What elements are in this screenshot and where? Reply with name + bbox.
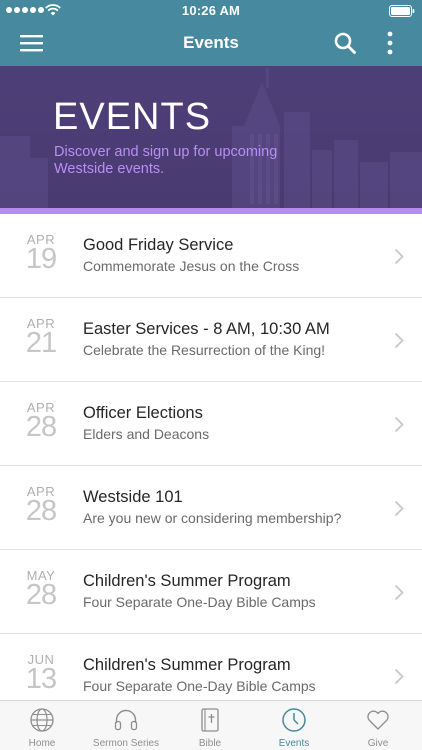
clock-icon — [282, 708, 306, 732]
chevron-right-icon — [394, 248, 404, 265]
event-title: Children's Summer Program — [83, 656, 291, 674]
event-row[interactable]: MAY 28 Children's Summer Program Four Se… — [0, 550, 422, 634]
event-day: 28 — [25, 495, 57, 527]
hero-subtitle: Discover and sign up for upcoming Westsi… — [54, 144, 278, 177]
tab-bible[interactable]: Bible — [168, 701, 252, 750]
events-hero-banner: EVENTS Discover and sign up for upcoming… — [0, 66, 422, 208]
event-description: Elders and Deacons — [83, 426, 210, 442]
status-time: 10:26 AM — [181, 3, 241, 18]
event-description: Four Separate One-Day Bible Camps — [83, 678, 316, 694]
event-description: Are you new or considering membership? — [83, 510, 342, 526]
chevron-right-icon — [394, 668, 404, 685]
chevron-right-icon — [394, 332, 404, 349]
event-row[interactable]: APR 21 Easter Services - 8 AM, 10:30 AM … — [0, 298, 422, 382]
chevron-right-icon — [394, 416, 404, 433]
page-title: Events — [183, 33, 239, 52]
nav-bar: Events — [0, 22, 422, 66]
event-row[interactable]: APR 28 Westside 101 Are you new or consi… — [0, 466, 422, 550]
event-day: 13 — [25, 663, 57, 695]
event-title: Easter Services - 8 AM, 10:30 AM — [83, 320, 330, 338]
tab-label: Home — [28, 738, 56, 749]
event-list: APR 19 Good Friday Service Commemorate J… — [0, 214, 422, 700]
tab-sermon-series[interactable]: Sermon Series — [84, 701, 168, 750]
event-title: Good Friday Service — [83, 236, 234, 254]
event-day: 19 — [25, 243, 57, 275]
chevron-right-icon — [394, 584, 404, 601]
event-title: Children's Summer Program — [83, 572, 291, 590]
event-day: 21 — [25, 327, 57, 359]
event-row[interactable]: APR 19 Good Friday Service Commemorate J… — [0, 214, 422, 298]
tab-give[interactable]: Give — [336, 701, 420, 750]
event-description: Four Separate One-Day Bible Camps — [83, 594, 316, 610]
tab-label: Bible — [198, 738, 222, 749]
event-title: Westside 101 — [83, 488, 183, 506]
event-row[interactable]: JUN 13 Children's Summer Program Four Se… — [0, 634, 422, 700]
search-icon[interactable] — [333, 31, 357, 55]
status-bar: 10:26 AM — [0, 0, 422, 22]
tab-bar: Home Sermon Series Bible Events Give — [0, 700, 422, 750]
tab-label: Give — [367, 738, 389, 749]
event-title: Officer Elections — [83, 404, 203, 422]
bible-icon — [201, 708, 219, 732]
heart-icon — [367, 710, 389, 730]
globe-icon — [30, 708, 54, 732]
headphones-icon — [114, 709, 138, 731]
event-day: 28 — [25, 579, 57, 611]
event-description: Commemorate Jesus on the Cross — [83, 258, 300, 274]
event-row[interactable]: APR 28 Officer Elections Elders and Deac… — [0, 382, 422, 466]
event-day: 28 — [25, 411, 57, 443]
tab-events[interactable]: Events — [252, 701, 336, 750]
battery-icon — [389, 5, 415, 17]
tab-home[interactable]: Home — [0, 701, 84, 750]
hero-title: EVENTS — [53, 96, 212, 138]
tab-label: Events — [278, 738, 310, 749]
chevron-right-icon — [394, 500, 404, 517]
more-options-icon[interactable] — [380, 30, 400, 56]
tab-label: Sermon Series — [92, 738, 160, 749]
event-description: Celebrate the Resurrection of the King! — [83, 342, 326, 358]
